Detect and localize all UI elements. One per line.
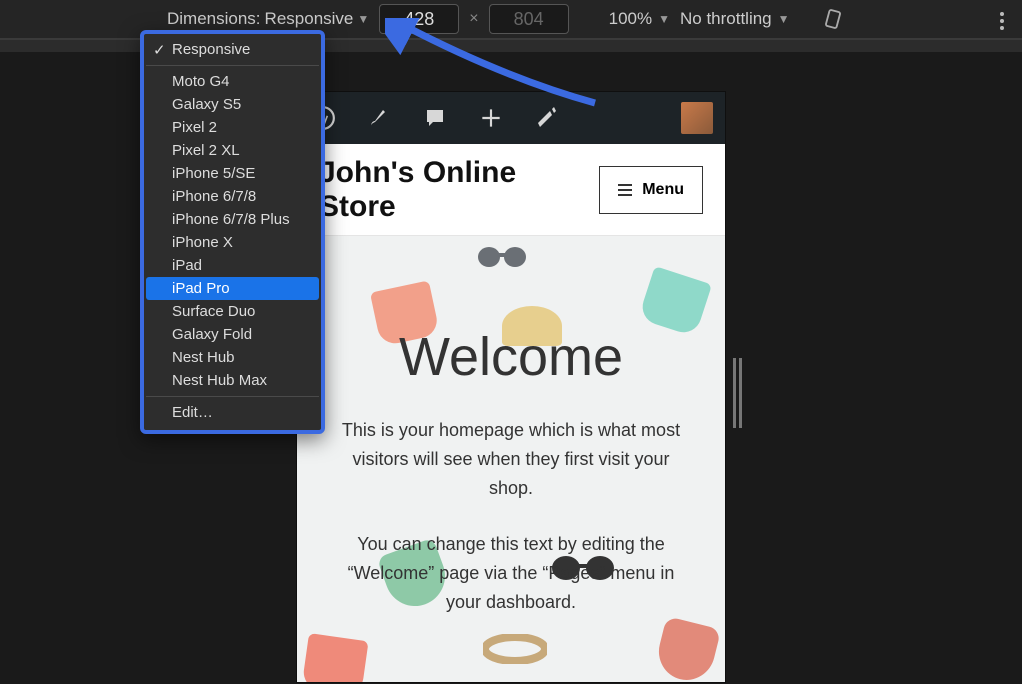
more-options-button[interactable]: [1000, 12, 1004, 30]
device-option[interactable]: Surface Duo: [146, 300, 319, 323]
hero-heading: Welcome: [329, 326, 693, 388]
hero-paragraph: This is your homepage which is what most…: [329, 416, 693, 502]
zoom-value: 100%: [609, 9, 652, 29]
kebab-icon: [1000, 12, 1004, 30]
dropdown-caret-icon: ▼: [357, 12, 369, 26]
dimensions-dropdown[interactable]: Dimensions: Responsive ▼: [167, 9, 369, 29]
device-option[interactable]: Nest Hub: [146, 346, 319, 369]
hoodie-graphic-icon: [653, 616, 721, 682]
device-option[interactable]: Galaxy S5: [146, 93, 319, 116]
throttling-dropdown[interactable]: No throttling ▼: [680, 9, 790, 29]
hero-section: Welcome This is your homepage which is w…: [297, 236, 725, 682]
tshirt-graphic-icon: [301, 633, 368, 682]
device-option[interactable]: iPhone 6/7/8 Plus: [146, 208, 319, 231]
site-header: John's Online Store Menu: [297, 144, 725, 236]
device-option-label: Nest Hub Max: [172, 372, 267, 389]
device-option-label: iPad: [172, 257, 202, 274]
hero-content: Welcome This is your homepage which is w…: [297, 236, 725, 617]
device-option-label: iPad Pro: [172, 280, 230, 297]
device-option[interactable]: Pixel 2 XL: [146, 139, 319, 162]
device-option-label: Galaxy Fold: [172, 326, 252, 343]
device-option-label: iPhone 6/7/8 Plus: [172, 211, 290, 228]
dimensions-label-text: Dimensions:: [167, 9, 261, 29]
menu-divider: [146, 65, 319, 66]
device-frame: John's Online Store Menu: [297, 92, 725, 682]
device-option-highlighted[interactable]: iPad Pro: [146, 277, 319, 300]
menu-button-label: Menu: [642, 181, 684, 199]
device-option-label: Moto G4: [172, 73, 230, 90]
dropdown-caret-icon: ▼: [778, 12, 790, 26]
device-option-label: Surface Duo: [172, 303, 255, 320]
rotate-device-icon[interactable]: [822, 8, 844, 30]
device-dropdown-menu: Responsive Moto G4 Galaxy S5 Pixel 2 Pix…: [140, 30, 325, 434]
device-option-responsive[interactable]: Responsive: [146, 38, 319, 61]
dropdown-caret-icon: ▼: [658, 12, 670, 26]
menu-divider: [146, 396, 319, 397]
menu-button[interactable]: Menu: [599, 166, 703, 214]
zoom-dropdown[interactable]: 100% ▼: [609, 9, 670, 29]
device-option[interactable]: iPhone 5/SE: [146, 162, 319, 185]
throttling-value: No throttling: [680, 9, 772, 29]
annotation-arrow-icon: [385, 18, 615, 118]
device-option[interactable]: Moto G4: [146, 70, 319, 93]
resize-handle[interactable]: [733, 358, 745, 428]
device-option[interactable]: Nest Hub Max: [146, 369, 319, 392]
device-option-label: iPhone 6/7/8: [172, 188, 256, 205]
device-option-label: iPhone X: [172, 234, 233, 251]
device-option[interactable]: Pixel 2: [146, 116, 319, 139]
device-option[interactable]: Galaxy Fold: [146, 323, 319, 346]
site-title[interactable]: John's Online Store: [319, 156, 599, 224]
device-option-label: Galaxy S5: [172, 96, 241, 113]
device-option-edit[interactable]: Edit…: [146, 401, 319, 424]
device-option[interactable]: iPad: [146, 254, 319, 277]
hamburger-icon: [618, 184, 632, 196]
device-option[interactable]: iPhone X: [146, 231, 319, 254]
device-option-label: iPhone 5/SE: [172, 165, 255, 182]
device-option-label: Edit…: [172, 404, 213, 421]
user-avatar[interactable]: [681, 102, 713, 134]
dimensions-value: Responsive: [265, 9, 354, 29]
device-option-label: Pixel 2 XL: [172, 142, 240, 159]
device-option[interactable]: iPhone 6/7/8: [146, 185, 319, 208]
device-option-label: Pixel 2: [172, 119, 217, 136]
hero-paragraph: You can change this text by editing the …: [329, 530, 693, 616]
belt-graphic-icon: [483, 634, 547, 664]
device-option-label: Nest Hub: [172, 349, 235, 366]
device-option-label: Responsive: [172, 41, 250, 58]
